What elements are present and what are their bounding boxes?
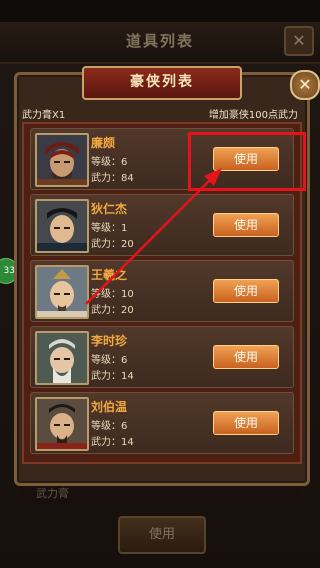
- pointer-arrow-icon: [85, 168, 222, 305]
